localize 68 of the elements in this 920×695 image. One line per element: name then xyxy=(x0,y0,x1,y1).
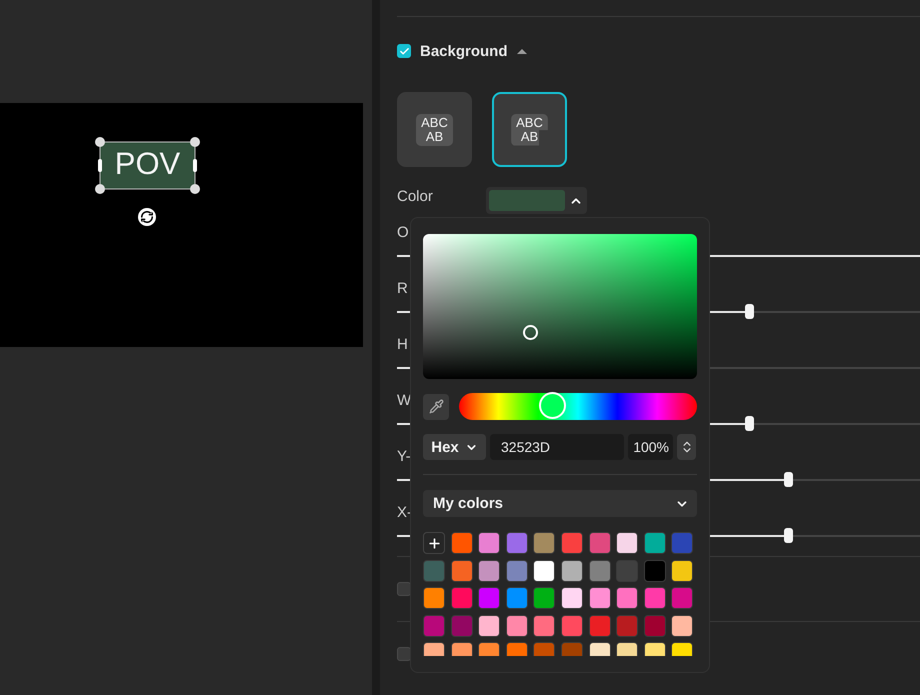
color-swatch[interactable] xyxy=(506,587,528,609)
caption-text: POV xyxy=(114,146,182,182)
slider-label: X- xyxy=(397,503,412,523)
plus-icon xyxy=(426,536,442,550)
style-preset[interactable]: ABC AB xyxy=(492,92,567,167)
hue-slider[interactable] xyxy=(459,393,697,420)
color-swatch[interactable] xyxy=(588,614,611,636)
color-swatch[interactable] xyxy=(450,532,473,554)
color-swatch[interactable] xyxy=(588,532,611,554)
rotate-icon[interactable] xyxy=(138,208,156,226)
color-swatch[interactable] xyxy=(588,560,611,582)
stepper-icon[interactable] xyxy=(677,434,696,460)
color-swatch[interactable] xyxy=(560,614,583,636)
color-swatch[interactable] xyxy=(533,614,556,636)
color-swatch[interactable] xyxy=(616,614,638,636)
color-swatch[interactable] xyxy=(423,560,445,582)
color-swatch[interactable] xyxy=(533,560,556,582)
color-swatch[interactable] xyxy=(616,560,638,582)
slider-label: O xyxy=(397,223,409,243)
slider-label: H xyxy=(397,335,408,355)
color-swatch[interactable] xyxy=(478,532,500,554)
slider-label: W xyxy=(397,391,412,411)
color-swatch[interactable] xyxy=(671,614,694,636)
color-swatch[interactable] xyxy=(478,560,500,582)
color-swatch[interactable] xyxy=(506,532,528,554)
color-swatch[interactable] xyxy=(506,614,528,636)
color-swatch[interactable] xyxy=(671,587,694,609)
add-color-button[interactable] xyxy=(423,532,445,554)
color-swatch[interactable] xyxy=(671,560,694,582)
color-swatch[interactable] xyxy=(560,560,583,582)
format-dropdown[interactable]: Hex xyxy=(423,434,486,460)
color-swatch[interactable] xyxy=(450,587,473,609)
color-swatch[interactable] xyxy=(478,587,500,609)
hex-input[interactable]: 32523D xyxy=(490,434,624,460)
color-swatch[interactable] xyxy=(588,587,611,609)
color-swatch[interactable] xyxy=(616,532,638,554)
color-swatch[interactable] xyxy=(616,587,638,609)
color-swatch[interactable] xyxy=(671,532,694,554)
color-swatch[interactable] xyxy=(450,560,473,582)
color-swatch[interactable] xyxy=(533,532,556,554)
field-label: Color xyxy=(397,187,433,207)
color-swatch[interactable] xyxy=(478,614,500,636)
eyedropper-icon[interactable] xyxy=(423,394,449,420)
color-swatch[interactable] xyxy=(644,560,666,582)
color-swatch[interactable] xyxy=(644,532,666,554)
color-swatch[interactable] xyxy=(450,614,473,636)
color-swatch[interactable] xyxy=(506,560,528,582)
check-icon xyxy=(398,46,410,56)
checkbox[interactable] xyxy=(397,647,411,661)
saturation-area[interactable] xyxy=(423,234,697,379)
checkbox[interactable] xyxy=(397,582,411,596)
style-preset[interactable]: ABC AB xyxy=(397,92,472,167)
color-swatch[interactable] xyxy=(423,587,445,609)
palette-dropdown[interactable]: My colors xyxy=(423,490,697,517)
color-picker-button[interactable] xyxy=(486,187,587,214)
picker-cursor[interactable] xyxy=(522,325,538,340)
section-title: Background xyxy=(420,42,508,60)
color-swatch[interactable] xyxy=(533,587,556,609)
checkbox[interactable] xyxy=(397,44,411,58)
alpha-input[interactable]: 100% xyxy=(628,434,673,460)
color-swatch[interactable] xyxy=(423,614,445,636)
color-swatch[interactable] xyxy=(644,614,666,636)
color-swatch[interactable] xyxy=(644,587,666,609)
color-swatch[interactable] xyxy=(560,532,583,554)
slider-label: R xyxy=(397,279,408,299)
color-swatch[interactable] xyxy=(560,587,583,609)
slider-label: Y- xyxy=(397,447,411,467)
caret-icon[interactable] xyxy=(516,48,527,54)
